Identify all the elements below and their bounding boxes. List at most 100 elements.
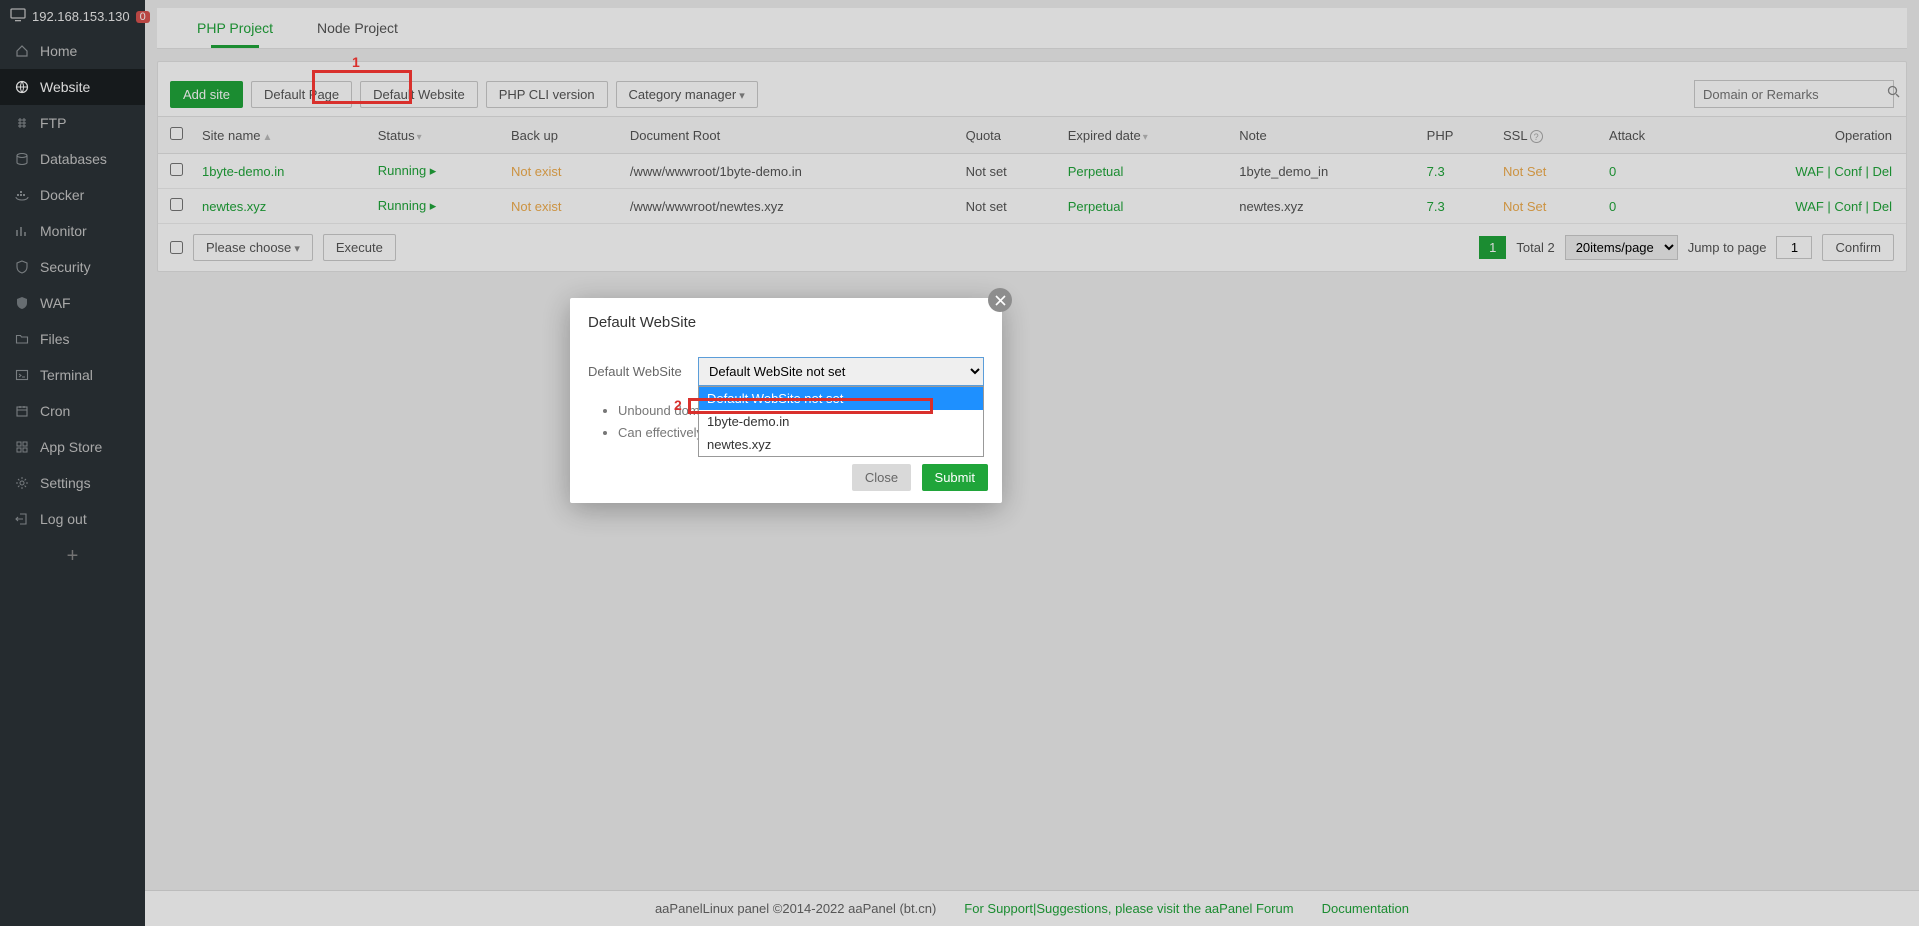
col-backup: Back up <box>503 117 622 154</box>
status-cell[interactable]: Running ▸ <box>378 163 437 178</box>
modal-close-button[interactable] <box>988 288 1012 312</box>
col-site[interactable]: Site name▲ <box>194 117 370 154</box>
jump-page-input[interactable] <box>1776 236 1812 259</box>
row-checkbox[interactable] <box>170 198 183 211</box>
docroot-cell[interactable]: /www/wwwroot/newtes.xyz <box>630 199 784 214</box>
attack-cell[interactable]: 0 <box>1609 164 1616 179</box>
sidebar-item-waf[interactable]: WAF <box>0 285 145 321</box>
tab-node-project[interactable]: Node Project <box>295 8 420 48</box>
batch-action-select[interactable]: Please choose <box>193 234 313 261</box>
table-header-row: Site name▲ Status▾ Back up Document Root… <box>158 117 1906 154</box>
sidebar-item-security[interactable]: Security <box>0 249 145 285</box>
sidebar-item-label: Files <box>40 331 70 347</box>
select-option[interactable]: 1byte-demo.in <box>699 410 983 433</box>
footer-docs-link[interactable]: Documentation <box>1322 901 1409 916</box>
notification-badge[interactable]: 0 <box>136 11 150 23</box>
sidebar-item-ftp[interactable]: FTP <box>0 105 145 141</box>
execute-button[interactable]: Execute <box>323 234 396 261</box>
terminal-icon <box>14 367 30 383</box>
sidebar-item-databases[interactable]: Databases <box>0 141 145 177</box>
row-checkbox[interactable] <box>170 163 183 176</box>
note-cell[interactable]: 1byte_demo_in <box>1231 154 1418 189</box>
sidebar-item-settings[interactable]: Settings <box>0 465 145 501</box>
toolbar: Add site Default Page Default Website PH… <box>158 72 1906 116</box>
operation-links[interactable]: WAF | Conf | Del <box>1795 164 1892 179</box>
help-icon[interactable]: ? <box>1530 130 1543 143</box>
site-name-link[interactable]: 1byte-demo.in <box>202 164 284 179</box>
search-input[interactable] <box>1695 87 1887 102</box>
docker-icon <box>14 187 30 203</box>
default-page-button[interactable]: Default Page <box>251 81 352 108</box>
select-option[interactable]: Default WebSite not set <box>699 387 983 410</box>
status-cell[interactable]: Running ▸ <box>378 198 437 213</box>
search-box <box>1694 80 1894 108</box>
modal-title: Default WebSite <box>570 298 1002 347</box>
expired-cell[interactable]: Perpetual <box>1068 199 1124 214</box>
site-name-link[interactable]: newtes.xyz <box>202 199 266 214</box>
calendar-icon <box>14 403 30 419</box>
sidebar-item-cron[interactable]: Cron <box>0 393 145 429</box>
search-icon[interactable] <box>1887 85 1900 103</box>
sort-icon: ▾ <box>1143 132 1148 143</box>
confirm-button[interactable]: Confirm <box>1822 234 1894 261</box>
page-current[interactable]: 1 <box>1479 236 1506 259</box>
grid-icon <box>14 439 30 455</box>
footer-support-link[interactable]: For Support|Suggestions, please visit th… <box>964 901 1293 916</box>
sidebar-item-appstore[interactable]: App Store <box>0 429 145 465</box>
sidebar-item-terminal[interactable]: Terminal <box>0 357 145 393</box>
col-note: Note <box>1231 117 1418 154</box>
shield-check-icon <box>14 259 30 275</box>
sidebar-item-label: App Store <box>40 439 102 455</box>
select-option[interactable]: newtes.xyz <box>699 433 983 456</box>
ssl-cell[interactable]: Not Set <box>1503 164 1546 179</box>
logout-icon <box>14 511 30 527</box>
tab-php-project[interactable]: PHP Project <box>175 8 295 48</box>
jump-label: Jump to page <box>1688 240 1767 255</box>
php-cli-version-button[interactable]: PHP CLI version <box>486 81 608 108</box>
col-attack: Attack <box>1601 117 1694 154</box>
modal-close-btn[interactable]: Close <box>852 464 911 491</box>
backup-cell[interactable]: Not exist <box>511 164 562 179</box>
docroot-cell[interactable]: /www/wwwroot/1byte-demo.in <box>630 164 802 179</box>
database-icon <box>14 151 30 167</box>
quota-cell: Not set <box>958 154 1060 189</box>
sidebar-item-label: Monitor <box>40 223 87 239</box>
expired-cell[interactable]: Perpetual <box>1068 164 1124 179</box>
sidebar-item-home[interactable]: Home <box>0 33 145 69</box>
sidebar-item-label: Databases <box>40 151 107 167</box>
php-cell[interactable]: 7.3 <box>1427 164 1445 179</box>
page-total: Total 2 <box>1516 240 1554 255</box>
backup-cell[interactable]: Not exist <box>511 199 562 214</box>
php-cell[interactable]: 7.3 <box>1427 199 1445 214</box>
sidebar-item-logout[interactable]: Log out <box>0 501 145 537</box>
footer-select-checkbox[interactable] <box>170 241 183 254</box>
sidebar-item-label: WAF <box>40 295 71 311</box>
sidebar-item-website[interactable]: Website <box>0 69 145 105</box>
sidebar-item-files[interactable]: Files <box>0 321 145 357</box>
sidebar-add-button[interactable]: + <box>0 537 145 576</box>
note-cell[interactable]: newtes.xyz <box>1231 189 1418 224</box>
add-site-button[interactable]: Add site <box>170 81 243 108</box>
default-website-button[interactable]: Default Website <box>360 81 478 108</box>
default-website-select[interactable]: Default WebSite not set <box>698 357 984 386</box>
attack-cell[interactable]: 0 <box>1609 199 1616 214</box>
chart-icon <box>14 223 30 239</box>
monitor-icon <box>10 8 26 25</box>
col-operation: Operation <box>1694 117 1906 154</box>
modal-submit-btn[interactable]: Submit <box>922 464 988 491</box>
select-all-checkbox[interactable] <box>170 127 183 140</box>
category-manager-button[interactable]: Category manager <box>616 81 758 108</box>
col-expired[interactable]: Expired date▾ <box>1060 117 1232 154</box>
modal-body: Default WebSite Default WebSite not set … <box>570 347 1002 452</box>
sidebar-item-monitor[interactable]: Monitor <box>0 213 145 249</box>
sidebar-item-docker[interactable]: Docker <box>0 177 145 213</box>
items-per-page-select[interactable]: 20items/page <box>1565 235 1678 260</box>
ssl-cell[interactable]: Not Set <box>1503 199 1546 214</box>
sort-icon: ▲ <box>263 132 273 143</box>
sort-icon: ▾ <box>417 132 422 143</box>
ftp-icon <box>14 115 30 131</box>
website-panel: Add site Default Page Default Website PH… <box>157 61 1907 272</box>
sidebar-item-label: Website <box>40 79 90 95</box>
operation-links[interactable]: WAF | Conf | Del <box>1795 199 1892 214</box>
col-status[interactable]: Status▾ <box>370 117 503 154</box>
